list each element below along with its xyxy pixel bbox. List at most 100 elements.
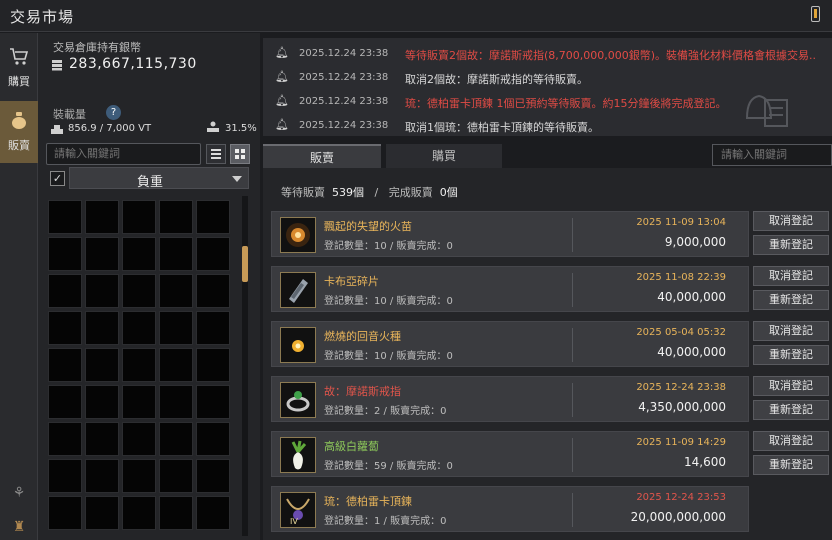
svg-text:IV: IV [290,517,298,526]
notification-text: 取消2個故：摩諾斯戒指的等待販賣。 [405,73,588,86]
listing-row[interactable]: 高級白蘿蔔 登記數量：59 / 販賣完成：0 2025 11-09 14:29 14,… [271,431,749,477]
inventory-slot[interactable] [196,496,230,530]
inventory-slot[interactable] [159,200,193,234]
relist-button[interactable]: 重新登記 [753,455,829,475]
inventory-slot[interactable] [122,422,156,456]
inventory-slot[interactable] [85,200,119,234]
inventory-slot[interactable] [159,422,193,456]
inventory-slot[interactable] [85,348,119,382]
inventory-slot[interactable] [48,422,82,456]
rail-item-buy[interactable]: 購買 [0,37,38,99]
waiting-count: 539個 [332,186,364,199]
inventory-slot[interactable] [196,459,230,493]
coin-stack-icon [51,59,63,71]
inventory-slot[interactable] [85,422,119,456]
inventory-slot[interactable] [159,459,193,493]
inventory-slot[interactable] [196,274,230,308]
inventory-slot[interactable] [48,311,82,345]
inventory-slot[interactable] [48,200,82,234]
cancel-listing-button[interactable]: 取消登記 [753,266,829,286]
ember-icon [280,327,316,363]
inventory-slot[interactable] [196,200,230,234]
inventory-slot[interactable] [122,348,156,382]
help-icon[interactable]: ? [106,105,121,120]
item-price: 40,000,000 [657,345,726,359]
listing-row[interactable]: 飄起的失望的火苗 登記數量：10 / 販賣完成：0 2025 11-09 13:04… [271,211,749,257]
item-quantity: 登記數量：10 / 販賣完成：0 [324,296,453,307]
inventory-panel: 交易倉庫持有銀幣 283,667,115,730 裝載量 ? 856.9 / 7… [38,33,260,540]
inventory-slot[interactable] [122,311,156,345]
inventory-slot[interactable] [196,422,230,456]
grid-view-button[interactable] [230,144,250,164]
tab-buy[interactable]: 購買 [386,144,502,168]
cancel-listing-button[interactable]: 取消登記 [753,321,829,341]
list-view-button[interactable] [206,144,226,164]
rail-item-sell[interactable]: 販賣 [0,101,38,163]
listing-search-input[interactable] [712,144,832,166]
inventory-slot[interactable] [196,237,230,271]
notification-time: 2025.12.24 23:38 [299,72,389,83]
notification-bell-icon[interactable] [739,88,799,128]
inventory-slot[interactable] [48,459,82,493]
inventory-slot[interactable] [196,348,230,382]
inventory-slot[interactable] [48,274,82,308]
listing-row[interactable]: 燃燒的回音火種 登記數量：10 / 販賣完成：0 2025 05-04 05:32 4… [271,321,749,367]
bell-icon: 🔔︎ [275,70,289,83]
inventory-slot[interactable] [159,385,193,419]
inventory-slot[interactable] [122,385,156,419]
cancel-listing-button[interactable]: 取消登記 [753,211,829,231]
inventory-slot[interactable] [159,237,193,271]
item-price: 40,000,000 [657,290,726,304]
filter-checkbox[interactable]: ✓ [50,171,65,186]
inventory-slot[interactable] [196,385,230,419]
inventory-slot[interactable] [85,385,119,419]
tab-sell[interactable]: 販賣 [263,144,381,168]
inventory-slot[interactable] [85,496,119,530]
inventory-slot[interactable] [122,459,156,493]
inventory-slot[interactable] [196,311,230,345]
inventory-slot[interactable] [85,237,119,271]
summary-separator: / [374,186,379,199]
item-date: 2025 12-24 23:38 [636,382,726,393]
inventory-slot[interactable] [122,200,156,234]
sale-summary: 等待販賣 539個 / 完成販賣 0個 [281,184,458,200]
inventory-slot[interactable] [122,496,156,530]
relist-button[interactable]: 重新登記 [753,235,829,255]
rail-buy-label: 購買 [8,75,30,88]
inventory-slot[interactable] [159,496,193,530]
inventory-slot[interactable] [48,385,82,419]
bell-icon: 🔔︎ [275,94,289,107]
inventory-slot[interactable] [159,274,193,308]
sort-dropdown-value: 負重 [136,175,163,190]
relist-button[interactable]: 重新登記 [753,290,829,310]
phone-icon[interactable] [811,6,820,22]
notification-item: 🔔︎ 2025.12.24 23:38 等待販賣2個故：摩諾斯戒指(8,700,… [263,42,823,66]
inventory-slot[interactable] [159,348,193,382]
sort-dropdown[interactable]: 負重 [69,167,249,190]
listing-row[interactable]: 卡布亞碎片 登記數量：10 / 販賣完成：0 2025 11-08 22:39 40,… [271,266,749,312]
listing-row[interactable]: 故：摩諾斯戒指 登記數量：2 / 販賣完成：0 2025 12-24 23:38 4,… [271,376,749,422]
inventory-slot[interactable] [85,459,119,493]
notification-text: 等待販賣2個故：摩諾斯戒指(8,700,000,000銀幣)。裝備強化材料價格會… [405,49,815,62]
inventory-search-input[interactable] [46,143,201,165]
row-divider [572,493,573,527]
inventory-slot[interactable] [159,311,193,345]
character-icon[interactable]: ♜ [10,519,28,537]
inventory-slot[interactable] [48,496,82,530]
inventory-slot[interactable] [48,348,82,382]
listing-row[interactable]: IV 琉：德柏雷卡頂鍊 登記數量：1 / 販賣完成：0 2025 12-24 23:5… [271,486,749,532]
inventory-slot[interactable] [122,274,156,308]
inventory-scroll-thumb[interactable] [242,246,248,282]
weight-label: 裝載量 [53,108,86,121]
cancel-listing-button[interactable]: 取消登記 [753,431,829,451]
inventory-slot[interactable] [122,237,156,271]
notification-time: 2025.12.24 23:38 [299,48,389,59]
tree-icon[interactable]: ⚘ [10,485,28,503]
relist-button[interactable]: 重新登記 [753,400,829,420]
inventory-slot[interactable] [85,274,119,308]
cancel-listing-button[interactable]: 取消登記 [753,376,829,396]
inventory-slot[interactable] [85,311,119,345]
side-rail: 購買 販賣 ⚘ ♜ [0,33,38,540]
inventory-slot[interactable] [48,237,82,271]
relist-button[interactable]: 重新登記 [753,345,829,365]
